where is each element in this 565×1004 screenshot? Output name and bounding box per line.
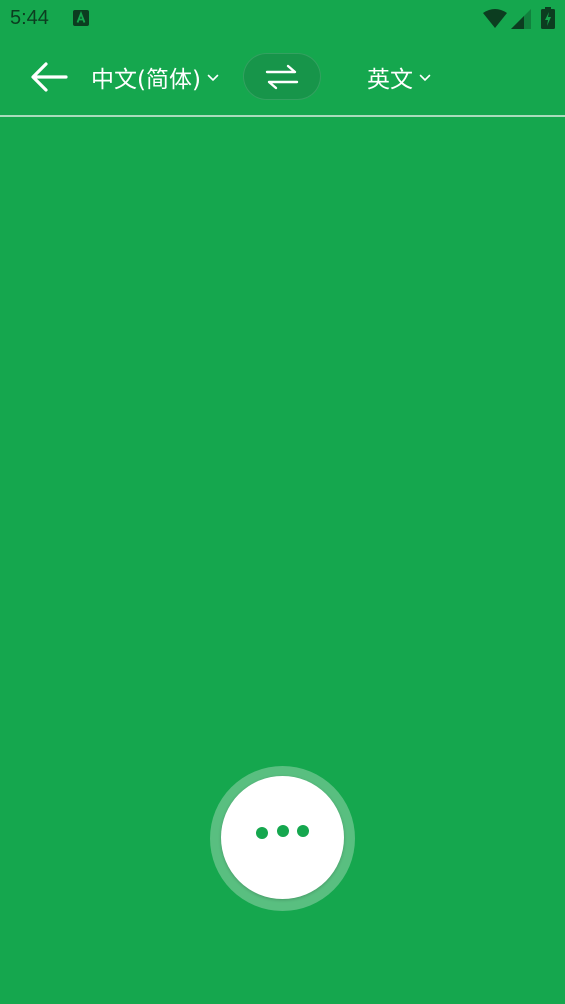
target-language-dropdown[interactable]: 英文 [367, 58, 431, 96]
arrow-left-icon [31, 62, 68, 92]
a-notification-icon [73, 10, 89, 26]
signal-icon [511, 9, 531, 29]
three-dots-icon [277, 825, 289, 837]
source-language-label: 中文(简体) [91, 67, 201, 93]
chevron-down-icon [419, 74, 431, 82]
swap-arrows-icon [265, 64, 299, 89]
swap-languages-button[interactable] [243, 53, 321, 100]
target-language-label: 英文 [367, 67, 413, 93]
status-time: 5:44 [10, 7, 49, 29]
wifi-icon [483, 9, 507, 28]
translation-toolbar: 中文(简体) 英文 [0, 38, 565, 116]
status-bar: 5:44 [0, 0, 565, 38]
battery-charging-icon [541, 7, 555, 29]
listening-button-core [221, 776, 344, 899]
chevron-down-icon [207, 74, 219, 82]
three-dots-icon [256, 827, 268, 839]
source-language-dropdown[interactable]: 中文(简体) [91, 58, 219, 96]
three-dots-icon [297, 825, 309, 837]
listening-button[interactable] [210, 766, 355, 911]
back-button[interactable] [28, 58, 70, 96]
